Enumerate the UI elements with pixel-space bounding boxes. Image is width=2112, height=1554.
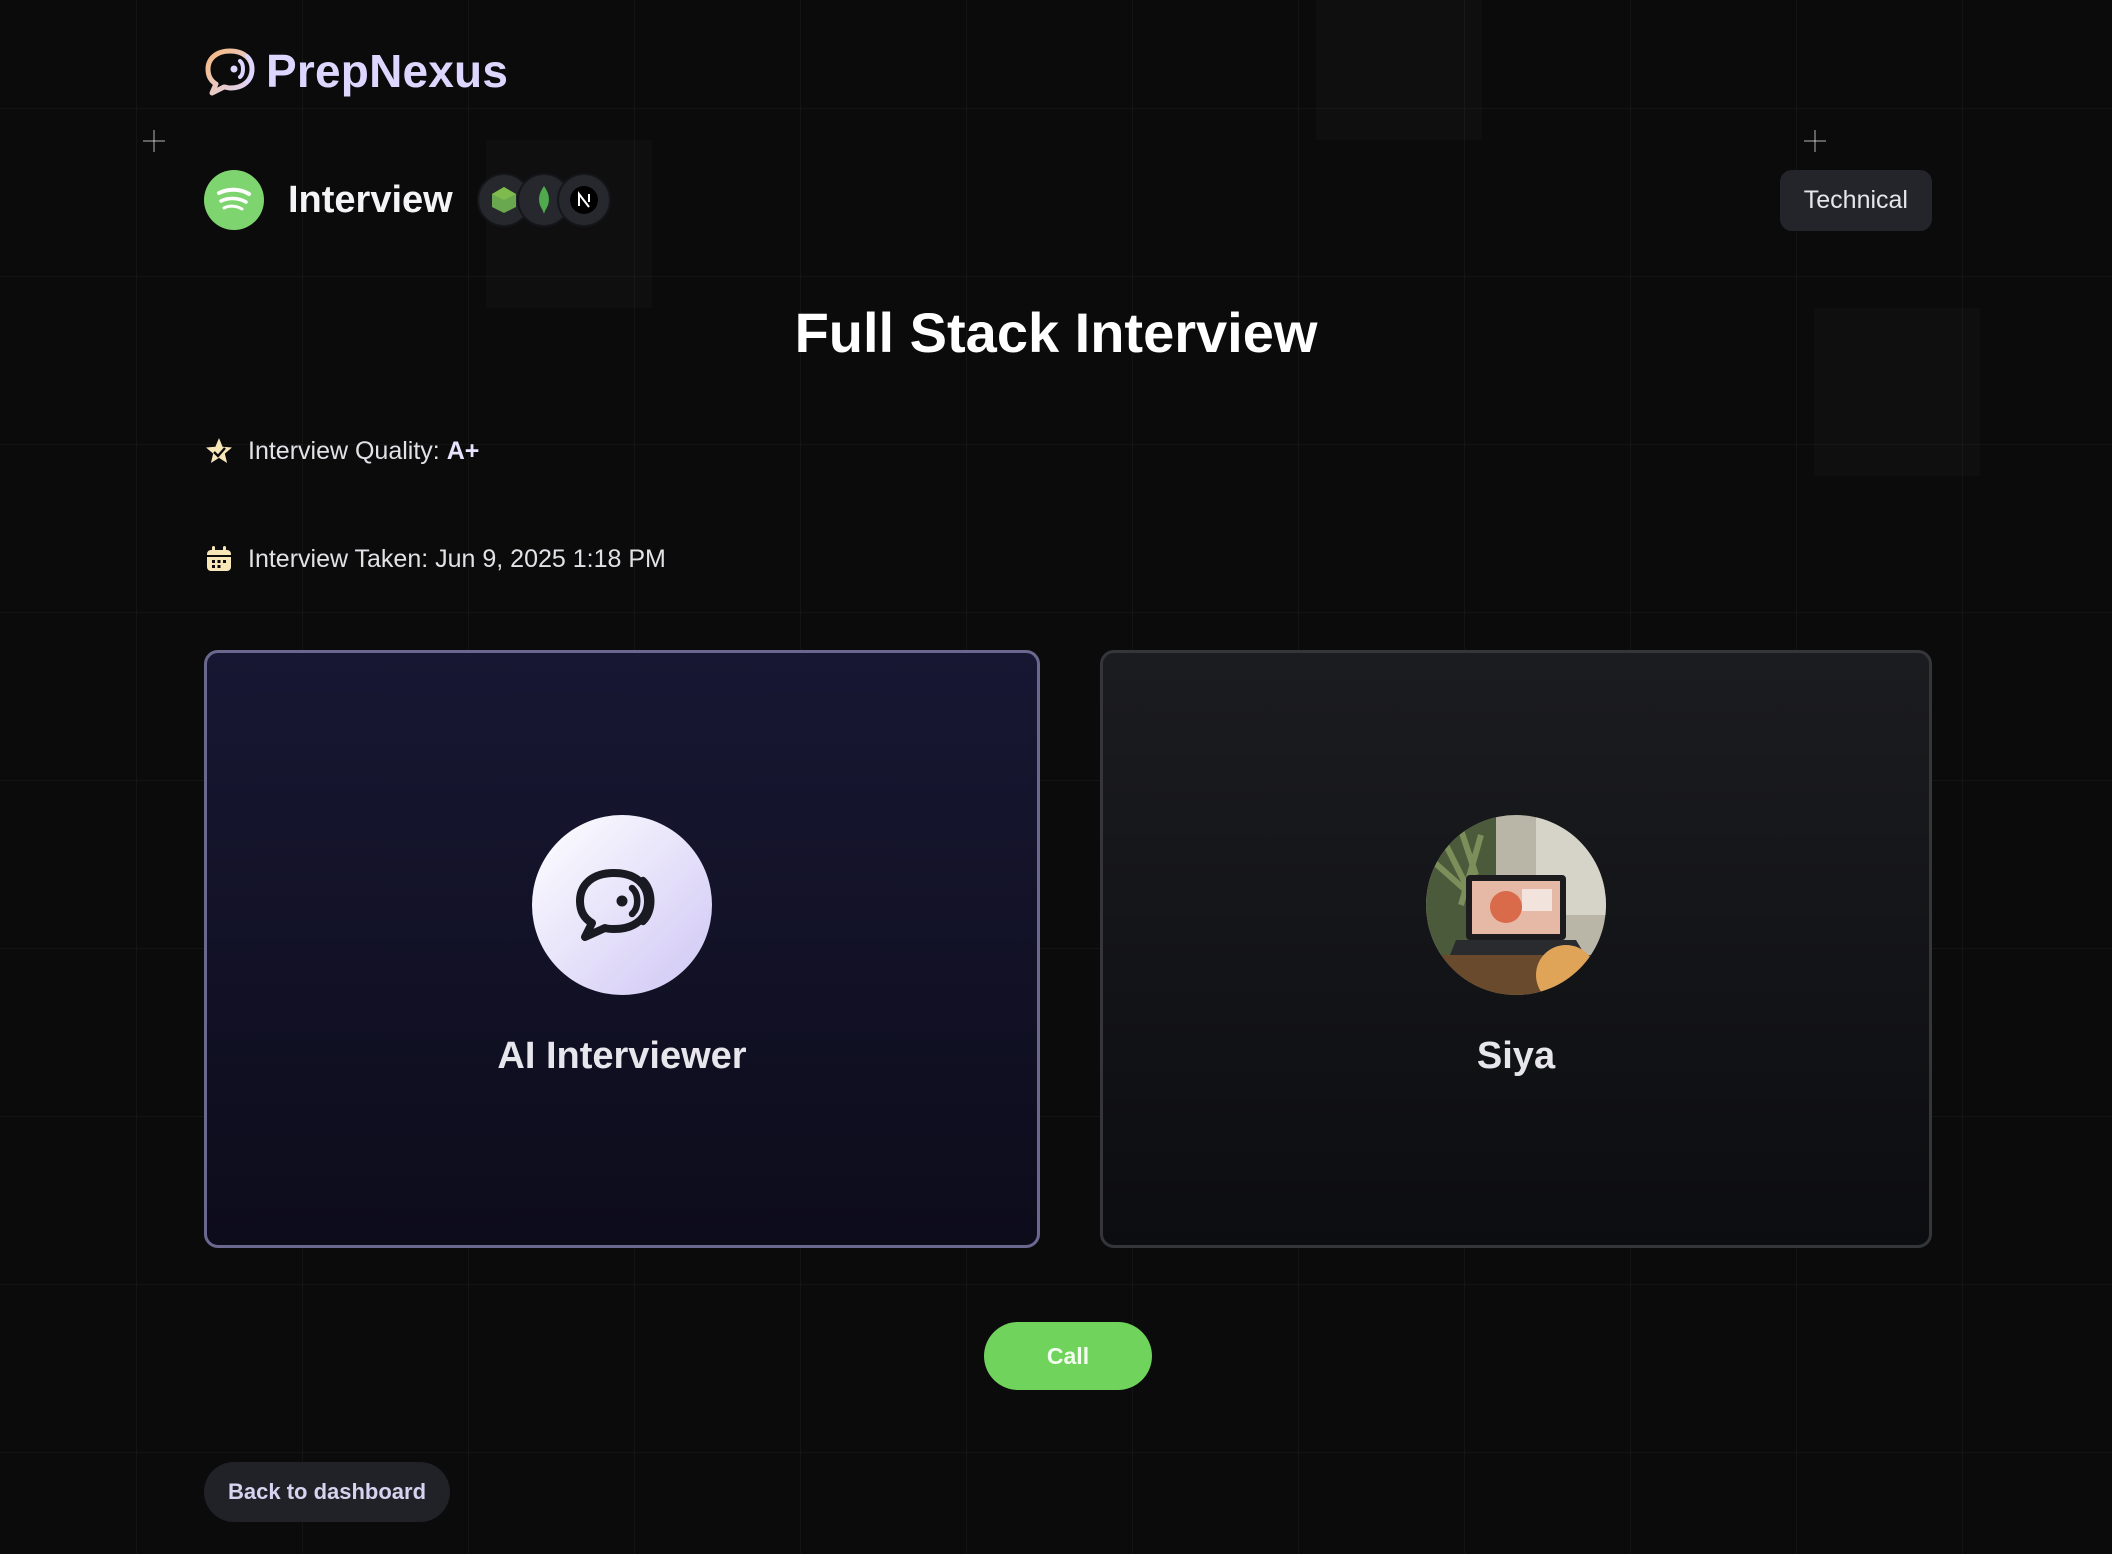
quality-label: Interview Quality: — [248, 436, 447, 465]
tech-stack-item — [556, 173, 611, 227]
star-icon — [206, 438, 232, 463]
user-card: Siya — [1100, 650, 1932, 1248]
brand-name: PrepNexus — [266, 45, 509, 97]
chat-wave-logo-icon — [205, 48, 255, 96]
mongodb-icon — [538, 186, 549, 214]
interview-date: Interview Taken: Jun 9, 2025 1:18 PM — [204, 544, 666, 574]
back-to-dashboard-button[interactable]: Back to dashboard — [204, 1462, 451, 1522]
next-js-icon — [569, 186, 598, 214]
interview-role-title: Interview — [288, 178, 453, 221]
call-button[interactable]: Call — [984, 1322, 1152, 1390]
ai-avatar — [532, 815, 712, 995]
interview-quality: Interview Quality: A+ — [204, 436, 479, 466]
user-name: Siya — [1476, 1035, 1556, 1077]
ai-interviewer-card: AI Interviewer — [204, 650, 1040, 1248]
page-title: Full Stack Interview — [794, 301, 1318, 364]
user-photo-icon — [1426, 815, 1606, 995]
company-logo — [204, 170, 264, 230]
tech-stack — [476, 173, 611, 227]
quality-value: A+ — [446, 436, 480, 465]
sparkle-decoration — [1804, 130, 1826, 152]
node-js-icon — [491, 187, 516, 213]
user-avatar — [1426, 815, 1606, 995]
sparkle-decoration — [143, 130, 165, 152]
ai-interviewer-name: AI Interviewer — [497, 1035, 747, 1077]
interview-taken-label: Interview Taken: Jun 9, 2025 1:18 PM — [248, 544, 666, 573]
interview-header: Interview Technical — [204, 169, 1932, 231]
chat-wave-icon — [576, 869, 655, 941]
background-tile — [1316, 0, 1482, 140]
calendar-icon — [207, 546, 231, 571]
brand-logo[interactable]: PrepNexus — [204, 44, 508, 98]
interview-type-badge: Technical — [1779, 169, 1932, 231]
spotify-icon — [217, 187, 251, 211]
